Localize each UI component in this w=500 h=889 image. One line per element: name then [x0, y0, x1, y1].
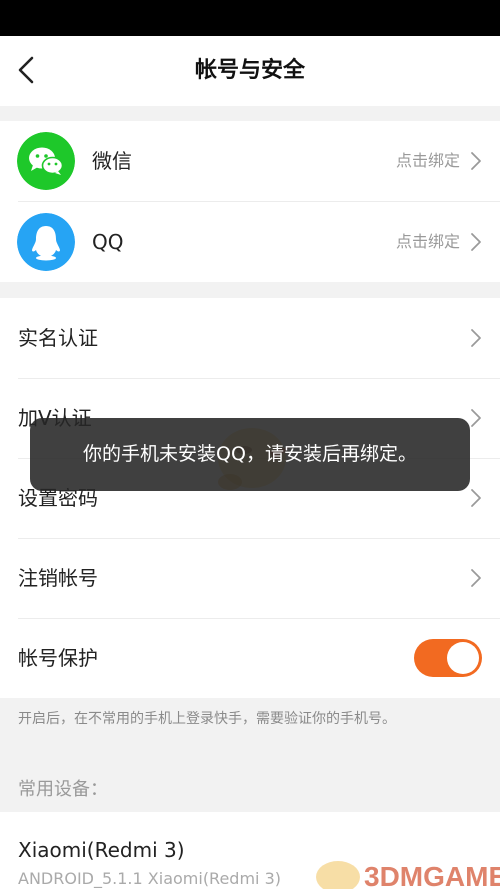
- chevron-right-icon: [471, 489, 481, 507]
- chevron-right-icon: [471, 569, 481, 587]
- bind-wechat-row[interactable]: 微信 点击绑定: [0, 121, 500, 201]
- status-bar: [0, 0, 500, 36]
- real-name-row[interactable]: 实名认证: [0, 298, 500, 378]
- security-settings-section: 实名认证 加V认证 设置密码 注销帐号 帐号保护: [0, 298, 500, 698]
- chevron-right-icon: [471, 409, 481, 427]
- chevron-right-icon: [471, 233, 481, 251]
- chevron-right-icon: [471, 152, 481, 170]
- qq-penguin-icon: [17, 213, 75, 271]
- nav-bar: 帐号与安全: [0, 36, 500, 106]
- device-os-info: ANDROID_5.1.1 Xiaomi(Redmi 3): [18, 869, 281, 888]
- qq-label: QQ: [92, 230, 124, 254]
- chevron-right-icon: [471, 329, 481, 347]
- account-protect-label: 帐号保护: [18, 646, 98, 670]
- wechat-bind-hint: 点击绑定: [395, 151, 460, 170]
- cancel-account-label: 注销帐号: [18, 566, 98, 590]
- wechat-icon: [17, 132, 75, 190]
- device-name: Xiaomi(Redmi 3): [18, 838, 185, 862]
- qq-bind-hint: 点击绑定: [395, 232, 460, 251]
- bind-accounts-section: 微信 点击绑定 QQ 点击绑定: [0, 121, 500, 282]
- account-protect-row: 帐号保护: [0, 618, 500, 698]
- watermark-logo: 3DMGAME: [316, 861, 500, 889]
- real-name-label: 实名认证: [18, 326, 98, 350]
- account-protect-description: 开启后，在不常用的手机上登录快手，需要验证你的手机号。: [18, 711, 396, 727]
- page-title: 帐号与安全: [194, 58, 305, 83]
- devices-section-title: 常用设备：: [18, 779, 108, 800]
- bind-qq-row[interactable]: QQ 点击绑定: [0, 202, 500, 282]
- account-protect-toggle[interactable]: [414, 639, 482, 677]
- toggle-knob: [447, 642, 479, 674]
- watermark-text: 3DMGAME: [364, 861, 500, 889]
- toast-message: 你的手机未安装QQ，请安装后再绑定。: [30, 418, 470, 491]
- cancel-account-row[interactable]: 注销帐号: [0, 538, 500, 618]
- toast-text: 你的手机未安装QQ，请安装后再绑定。: [83, 443, 417, 465]
- wechat-label: 微信: [92, 149, 132, 173]
